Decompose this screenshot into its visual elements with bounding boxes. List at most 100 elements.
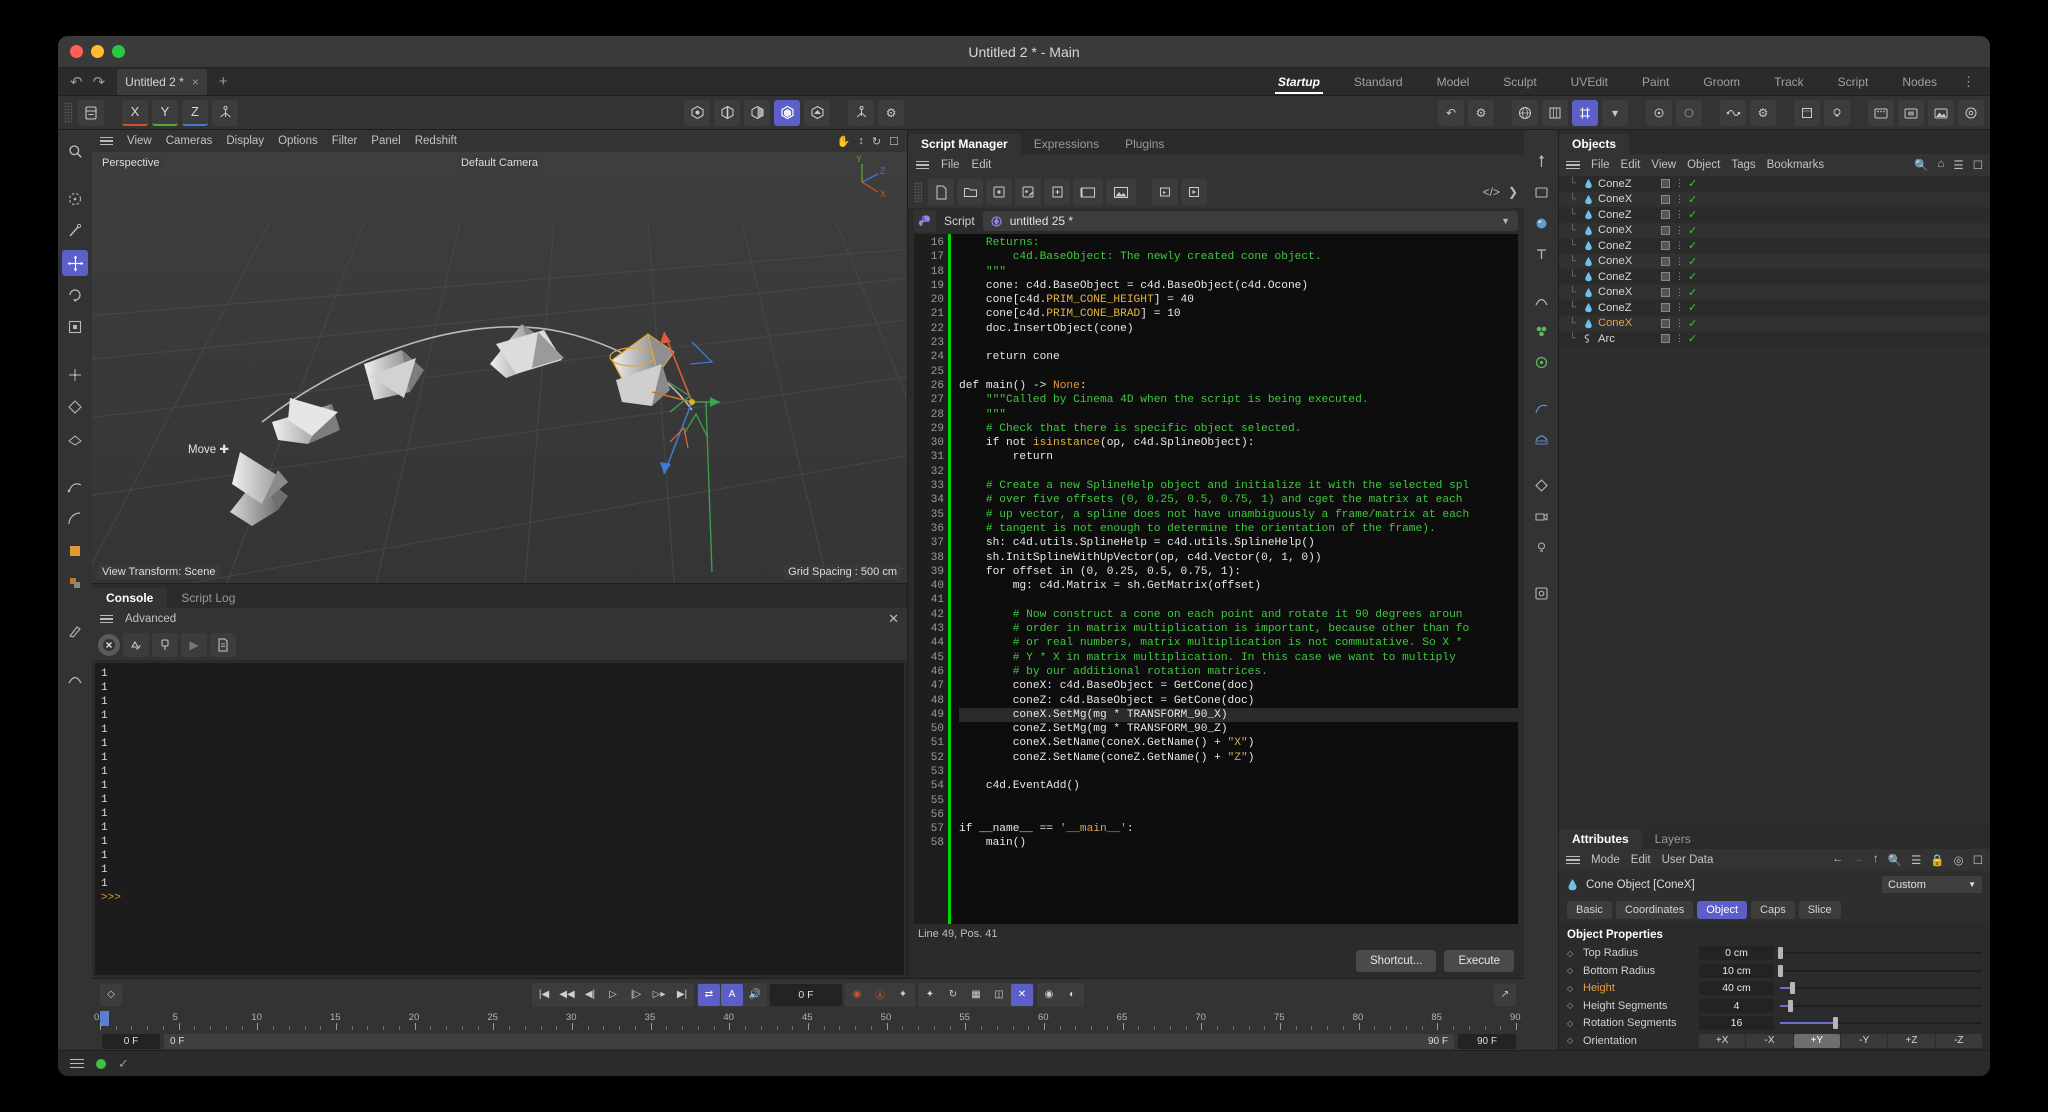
code-line[interactable]: c4d.EventAdd() xyxy=(959,779,1518,793)
back-arrow-icon[interactable]: ← xyxy=(1832,853,1844,867)
console-output[interactable]: 1 1 1 1 1 1 1 1 1 1 1 1 1 xyxy=(95,663,904,975)
clear-console-icon[interactable] xyxy=(98,634,120,656)
visibility-dots-icon[interactable]: ⋮ xyxy=(1675,240,1683,251)
object-list-item[interactable]: └ConeX⋮✓ xyxy=(1559,316,1990,332)
code-line[interactable]: # by our additional rotation matrices. xyxy=(959,665,1518,679)
chevron-down-icon[interactable]: ▼ xyxy=(1501,216,1510,226)
attr-tab-caps[interactable]: Caps xyxy=(1751,901,1795,919)
chevron-right-icon[interactable]: ❯ xyxy=(1508,185,1518,199)
object-list-item[interactable]: └ConeX⋮✓ xyxy=(1559,223,1990,239)
code-line[interactable]: return cone xyxy=(959,350,1518,364)
go-to-end-button[interactable]: ▶| xyxy=(671,984,693,1006)
objects-menu-file[interactable]: File xyxy=(1591,159,1610,171)
code-line[interactable]: # order in matrix multiplication is impo… xyxy=(959,622,1518,636)
pla-key-button[interactable]: ✕ xyxy=(1011,984,1033,1006)
console-menu-advanced[interactable]: Advanced xyxy=(125,613,176,625)
attributes-menu-edit[interactable]: Edit xyxy=(1631,854,1651,866)
model-mode-icon[interactable] xyxy=(774,100,800,126)
color-swatch-secondary[interactable] xyxy=(62,570,88,596)
property-slider[interactable] xyxy=(1780,964,1982,978)
tab-console[interactable]: Console xyxy=(92,588,167,608)
chevron-down-icon[interactable]: ▼ xyxy=(1968,880,1976,889)
code-line[interactable]: mg: c4d.Matrix = sh.GetMatrix(offset) xyxy=(959,579,1518,593)
enabled-check-icon[interactable]: ✓ xyxy=(1688,193,1702,206)
execute-icon[interactable] xyxy=(1181,179,1207,205)
layout-tab-script[interactable]: Script xyxy=(1821,68,1886,96)
visibility-dots-icon[interactable]: ⋮ xyxy=(1675,209,1683,220)
code-content[interactable]: Returns: c4d.BaseObject: The newly creat… xyxy=(951,234,1518,924)
code-line[interactable]: cone[c4d.PRIM_CONE_HEIGHT] = 40 xyxy=(959,293,1518,307)
code-line[interactable] xyxy=(959,808,1518,822)
tag-icon[interactable] xyxy=(1661,210,1670,219)
attr-tab-slice[interactable]: Slice xyxy=(1799,901,1841,919)
end-frame-field[interactable]: 90 F xyxy=(1458,1034,1516,1049)
code-line[interactable]: coneX.SetMg(mg * TRANSFORM_90_X) xyxy=(959,708,1518,722)
property-slider[interactable] xyxy=(1780,946,1982,960)
text-tool-icon[interactable] xyxy=(1528,241,1554,267)
viewport-menu-panel[interactable]: Panel xyxy=(371,135,400,147)
spline-arc-icon[interactable] xyxy=(62,506,88,532)
code-line[interactable] xyxy=(959,593,1518,607)
code-line[interactable] xyxy=(959,336,1518,350)
visibility-dots-icon[interactable]: ⋮ xyxy=(1675,333,1683,344)
filter-icon[interactable]: ☰ xyxy=(1911,853,1921,867)
tag-icon[interactable] xyxy=(1661,303,1670,312)
timeline-playhead[interactable] xyxy=(100,1011,109,1026)
forward-arrow-icon[interactable]: → xyxy=(1852,853,1864,867)
close-icon[interactable]: × xyxy=(192,75,199,89)
image-icon[interactable] xyxy=(1106,179,1136,205)
layout-tab-standard[interactable]: Standard xyxy=(1337,68,1420,96)
search-icon[interactable]: 🔍 xyxy=(1914,158,1928,172)
keyframe-diamond-icon[interactable]: ◇ xyxy=(1567,1019,1577,1028)
code-line[interactable] xyxy=(959,794,1518,808)
code-line[interactable]: # up vector, a spline does not have unam… xyxy=(959,508,1518,522)
search-icon[interactable]: 🔍 xyxy=(1888,853,1902,867)
property-value-field[interactable]: 4 xyxy=(1699,999,1774,1013)
tab-expressions[interactable]: Expressions xyxy=(1021,134,1112,154)
keyframe-diamond-icon[interactable]: ◇ xyxy=(1567,966,1577,975)
object-manager-list[interactable]: └ConeZ⋮✓└ConeX⋮✓└ConeZ⋮✓└ConeX⋮✓└ConeZ⋮✓… xyxy=(1559,176,1990,825)
new-document-button[interactable]: + xyxy=(209,73,238,90)
save-as-script-icon[interactable] xyxy=(1015,179,1041,205)
object-list-item[interactable]: └ConeZ⋮✓ xyxy=(1559,269,1990,285)
code-line[interactable]: sh: c4d.utils.SplineHelp = c4d.utils.Spl… xyxy=(959,536,1518,550)
spline-primitive-icon[interactable] xyxy=(1528,395,1554,421)
polygons-mode-icon[interactable] xyxy=(744,100,770,126)
enabled-check-icon[interactable]: ✓ xyxy=(1688,301,1702,314)
preset-dropdown[interactable]: Custom ▼ xyxy=(1882,876,1982,893)
layout-tab-startup[interactable]: Startup xyxy=(1261,68,1337,96)
tab-script-log[interactable]: Script Log xyxy=(167,588,249,608)
timeline-ruler[interactable]: 051015202530354045505560657075808590 xyxy=(100,1011,1516,1033)
preview-range[interactable]: 0 F 90 F xyxy=(164,1034,1454,1049)
layout-tab-model[interactable]: Model xyxy=(1420,68,1487,96)
tag-icon[interactable] xyxy=(1661,288,1670,297)
enabled-check-icon[interactable]: ✓ xyxy=(1688,208,1702,221)
enabled-check-icon[interactable]: ✓ xyxy=(1688,332,1702,345)
viewport-camera-label[interactable]: Default Camera xyxy=(457,156,542,170)
filter-icon[interactable]: ☰ xyxy=(1953,158,1963,172)
loop-button[interactable]: ⇄ xyxy=(698,984,720,1006)
object-list-item[interactable]: └ConeX⋮✓ xyxy=(1559,192,1990,208)
move-tool-icon[interactable] xyxy=(62,250,88,276)
script-file-selector[interactable]: untitled 25 * ▼ xyxy=(983,211,1518,231)
shortcut-button[interactable]: Shortcut... xyxy=(1356,950,1436,972)
viewport-menu-display[interactable]: Display xyxy=(226,135,264,147)
autokey-button[interactable]: Ⓐ xyxy=(869,984,891,1006)
attr-tab-coordinates[interactable]: Coordinates xyxy=(1616,901,1693,919)
gear-icon[interactable]: ⚙ xyxy=(878,100,904,126)
visibility-dots-icon[interactable]: ⋮ xyxy=(1675,178,1683,189)
code-line[interactable]: cone: c4d.BaseObject = c4d.BaseObject(c4… xyxy=(959,279,1518,293)
undo-redo-group[interactable]: ↶ ↷ xyxy=(70,73,105,91)
orbit-icon[interactable]: ↻ xyxy=(872,135,881,148)
viewport-3d[interactable]: Y Z X Perspective Default Camera Move ✚ xyxy=(92,152,907,583)
object-list-item[interactable]: └ConeZ⋮✓ xyxy=(1559,238,1990,254)
code-line[interactable]: if __name__ == '__main__': xyxy=(959,822,1518,836)
code-line[interactable]: coneZ.SetMg(mg * TRANSFORM_90_Z) xyxy=(959,722,1518,736)
render-to-picture-icon[interactable] xyxy=(1928,100,1954,126)
rotation-key-button[interactable]: ↻ xyxy=(942,984,964,1006)
orientation-option-plusminus-Z[interactable]: +Z xyxy=(1888,1034,1934,1048)
tab-objects[interactable]: Objects xyxy=(1559,134,1629,154)
hamburger-icon[interactable] xyxy=(70,1059,84,1069)
code-line[interactable]: cone[c4d.PRIM_CONE_BRAD] = 10 xyxy=(959,307,1518,321)
run-icon[interactable]: ▶ xyxy=(181,633,207,657)
